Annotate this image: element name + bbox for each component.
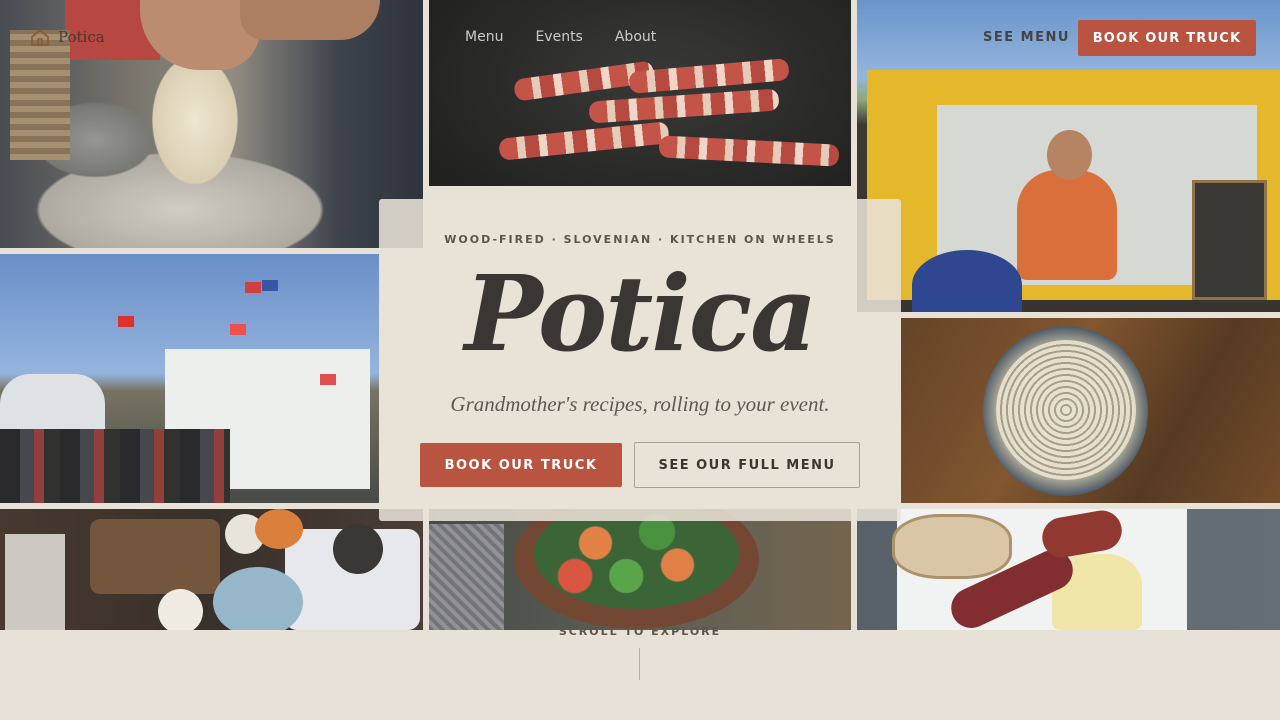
- house-icon: [31, 28, 49, 46]
- scroll-hint: SCROLL TO EXPLORE: [558, 625, 722, 638]
- book-truck-button[interactable]: BOOK OUR TRUCK: [420, 443, 622, 487]
- site-header: Potica Menu Events About SEE MENU BOOK O…: [0, 0, 1280, 76]
- brand-name: Potica: [58, 28, 105, 46]
- see-menu-link[interactable]: SEE MENU: [983, 30, 1070, 45]
- see-full-menu-button[interactable]: SEE OUR FULL MENU: [634, 442, 860, 488]
- hero-tagline: WOOD-FIRED · SLOVENIAN · KITCHEN ON WHEE…: [444, 233, 836, 246]
- hero-title: Potica: [464, 252, 817, 375]
- nav-link-about[interactable]: About: [615, 29, 656, 45]
- scroll-indicator-line: [639, 648, 640, 680]
- main-nav: Menu Events About: [465, 29, 656, 45]
- book-truck-header-button[interactable]: BOOK OUR TRUCK: [1078, 20, 1256, 56]
- brand-logo-link[interactable]: Potica: [30, 28, 105, 46]
- hero-card: WOOD-FIRED · SLOVENIAN · KITCHEN ON WHEE…: [379, 199, 901, 521]
- nav-link-events[interactable]: Events: [535, 29, 582, 45]
- hero-subtitle: Grandmother's recipes, rolling to your e…: [450, 392, 830, 416]
- nav-link-menu[interactable]: Menu: [465, 29, 503, 45]
